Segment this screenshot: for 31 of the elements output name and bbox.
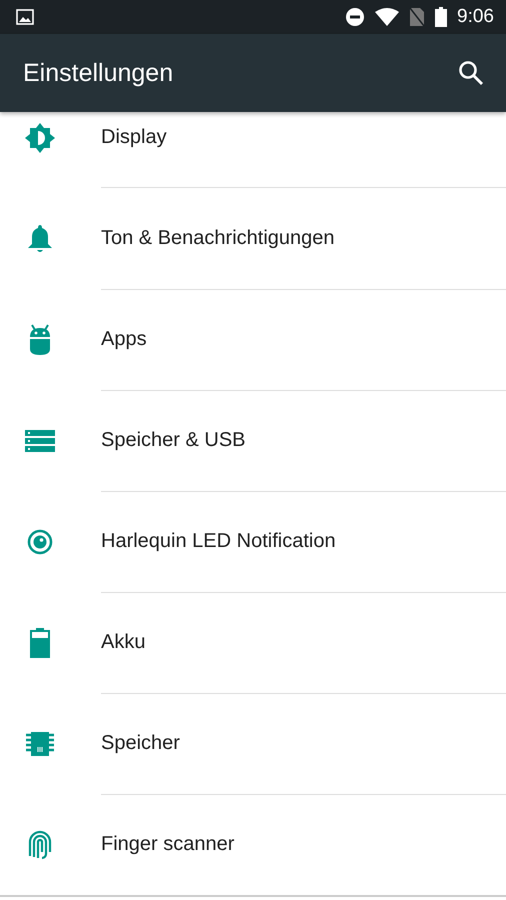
- target-icon: [26, 528, 52, 554]
- battery-icon: [30, 628, 50, 658]
- settings-item-label: Apps: [101, 328, 147, 350]
- do-not-disturb-icon: [345, 7, 366, 27]
- no-sim-icon: [409, 7, 426, 27]
- chip-icon: [26, 732, 54, 756]
- brightness-icon: [24, 122, 56, 154]
- settings-item[interactable]: Harlequin LED Notification: [0, 491, 506, 592]
- settings-item-label: Harlequin LED Notification: [101, 530, 336, 552]
- settings-item-label: Speicher: [101, 732, 180, 754]
- settings-item[interactable]: Akku: [0, 592, 506, 693]
- settings-item[interactable]: Speicher: [0, 693, 506, 794]
- bell-icon: [26, 224, 52, 254]
- wifi-icon: [375, 8, 400, 26]
- settings-item-label: Ton & Benachrichtigungen: [101, 226, 334, 250]
- search-icon[interactable]: [458, 60, 484, 86]
- settings-item[interactable]: Speicher & USB: [0, 390, 506, 491]
- storage-icon: [24, 430, 54, 452]
- settings-item[interactable]: Finger scanner: [0, 794, 506, 895]
- settings-item-label: Finger scanner: [101, 833, 234, 856]
- fingerprint-icon: [26, 830, 52, 860]
- settings-item[interactable]: Apps: [0, 289, 506, 390]
- battery-icon: [435, 7, 448, 27]
- clock-time: 9:06: [457, 6, 494, 28]
- image-icon: [16, 9, 34, 25]
- settings-item-label: Akku: [101, 630, 146, 654]
- settings-item-label: Speicher & USB: [101, 428, 246, 452]
- settings-item[interactable]: Display: [0, 112, 506, 188]
- app-bar-title: Einstellungen: [23, 58, 174, 88]
- settings-item[interactable]: Ton & Benachrichtigungen: [0, 188, 506, 289]
- settings-item-label: Display: [101, 126, 167, 149]
